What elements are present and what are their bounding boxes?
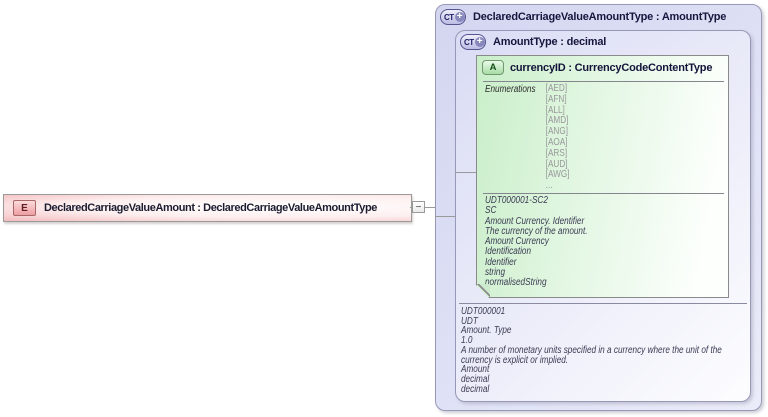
ct-glyph: CT: [464, 37, 474, 47]
minus-icon: −: [415, 201, 422, 213]
attribute-label: currencyID : CurrencyCodeContentType: [510, 61, 713, 74]
divider: [483, 81, 724, 82]
annotation-line: Identification: [485, 246, 532, 258]
enumeration-value: [ARS]: [545, 147, 568, 159]
enumerations-section: Enumerations [AED] [AFN] [ALL] [AMD] [AN…: [485, 84, 570, 192]
enumerations-label: Enumerations: [485, 84, 536, 95]
attribute-annotations: UDT000001-SC2 SC Amount Currency. Identi…: [485, 196, 731, 289]
annotation-line: UDT000001-SC2: [485, 195, 548, 206]
annotation-line: decimal: [461, 373, 490, 385]
connector-line: [435, 216, 455, 217]
connector-line: [455, 172, 476, 173]
complextype-label: DeclaredCarriageValueAmountType : Amount…: [473, 11, 727, 23]
complextype-icon: CT +: [460, 34, 486, 50]
annotation-line: decimal: [461, 383, 490, 395]
annotation-line: UDT000001: [461, 306, 506, 317]
enumeration-list: [AED] [AFN] [ALL] [AMD] [ANG] [AOA] [ARS…: [546, 84, 570, 192]
enumeration-value: ...: [545, 180, 553, 192]
enumeration-value: [AFN]: [545, 93, 567, 105]
element-node-declared-carriage-value-amount[interactable]: E DeclaredCarriageValueAmount : Declared…: [3, 194, 412, 222]
complextype-node-amount-type[interactable]: CT + AmountType : decimal A currencyID :…: [455, 30, 751, 402]
attribute-icon: A: [482, 60, 504, 75]
element-icon: E: [13, 200, 36, 216]
annotation-line: Amount: [461, 364, 490, 376]
element-label: DeclaredCarriageValueAmount : DeclaredCa…: [44, 202, 378, 214]
divider: [483, 193, 724, 194]
annotation-line: Identifier: [485, 256, 517, 268]
folded-corner: [477, 284, 490, 297]
annotation-line: normalisedString: [485, 277, 547, 289]
type-annotations: UDT000001 UDT Amount. Type 1.0 A number …: [461, 307, 753, 394]
ct-glyph: CT: [444, 12, 454, 22]
plus-icon: +: [474, 37, 485, 47]
complextype-header: CT + DeclaredCarriageValueAmountType : A…: [440, 9, 726, 25]
connector-line: [425, 207, 435, 208]
plus-icon: +: [454, 12, 465, 22]
collapse-toggle[interactable]: −: [412, 201, 425, 213]
attribute-header: A currencyID : CurrencyCodeContentType: [482, 60, 712, 75]
divider: [459, 303, 747, 304]
annotation-line: Amount. Type: [461, 325, 512, 337]
annotation-line: A number of monetary units specified in …: [461, 344, 722, 366]
attribute-node-currency-id[interactable]: A currencyID : CurrencyCodeContentType E…: [476, 55, 729, 298]
complextype-label: AmountType : decimal: [493, 36, 607, 48]
schema-diagram-canvas: E DeclaredCarriageValueAmount : Declared…: [0, 0, 768, 417]
complextype-header: CT + AmountType : decimal: [460, 34, 606, 50]
complextype-icon: CT +: [440, 9, 466, 25]
complextype-node-declared-carriage-value-amount-type[interactable]: CT + DeclaredCarriageValueAmountType : A…: [435, 4, 762, 411]
